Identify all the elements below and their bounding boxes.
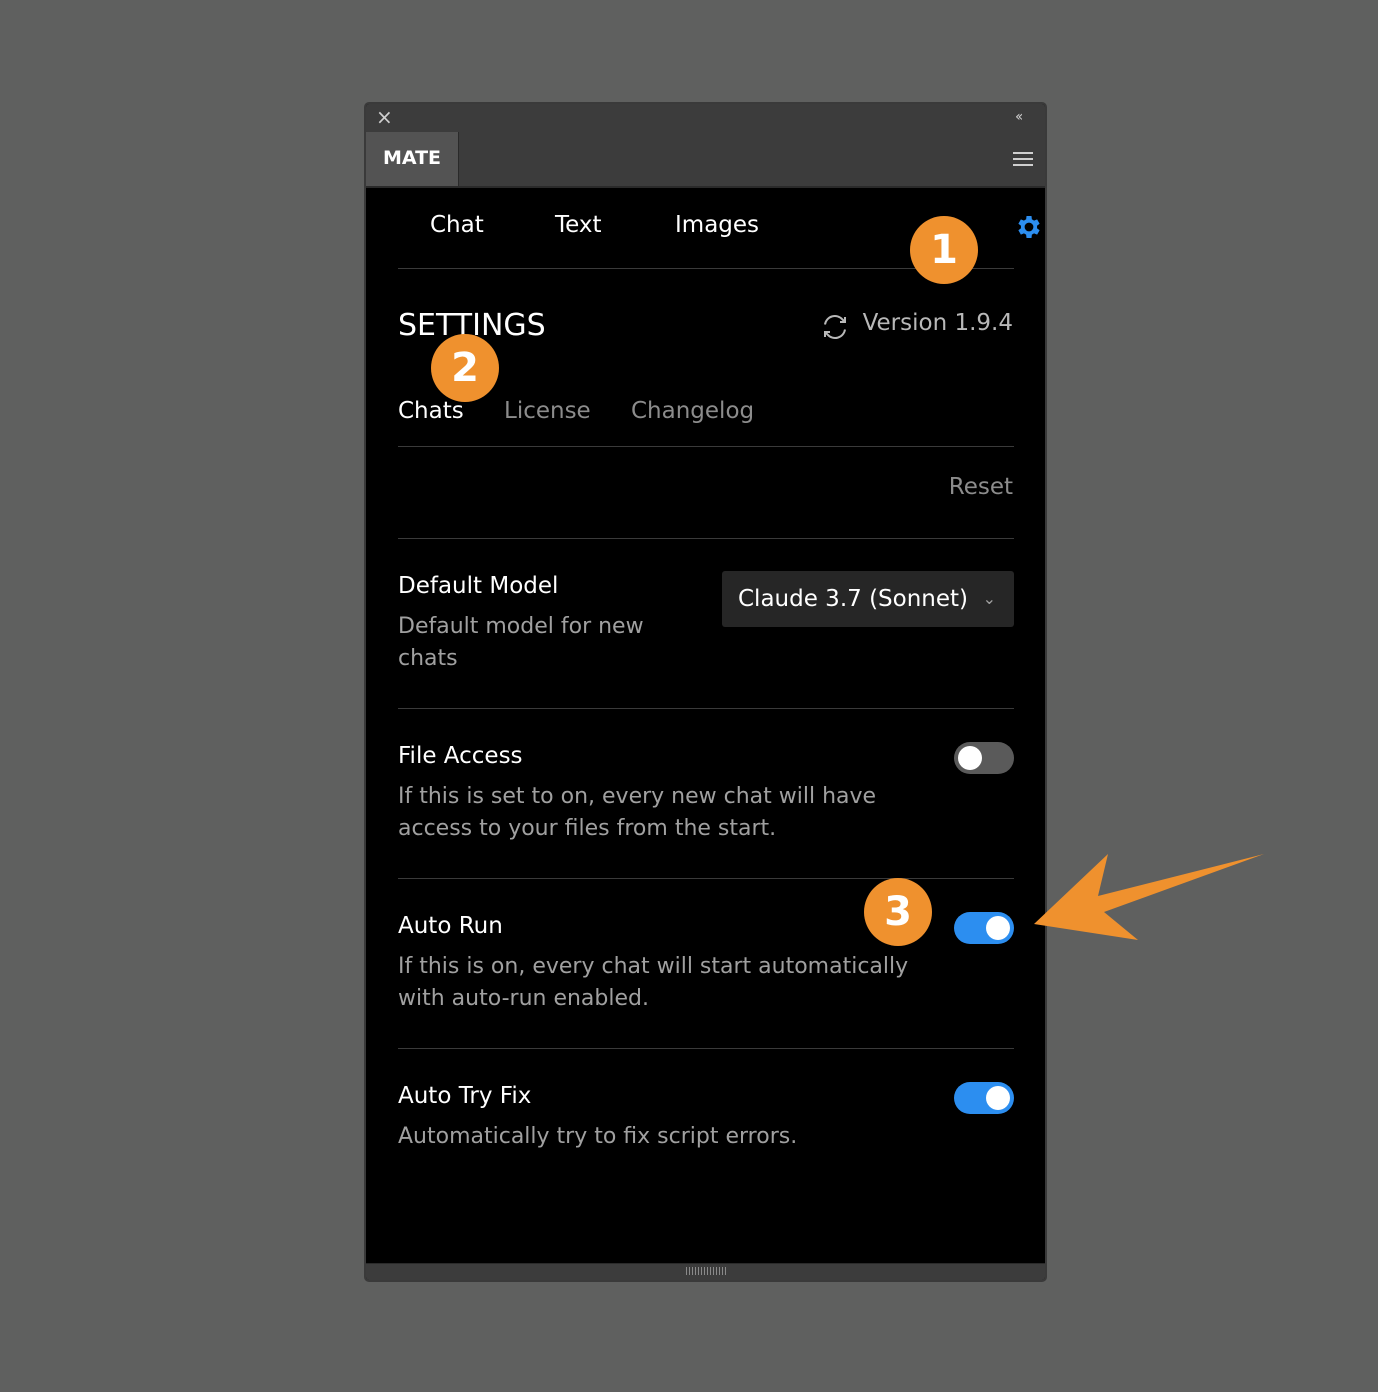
version-label: Version 1.9.4 xyxy=(862,310,1013,336)
setting-title: Default Model xyxy=(398,573,559,599)
setting-desc: If this is on, every chat will start aut… xyxy=(398,954,909,979)
annotation-badge-2: 2 xyxy=(431,334,499,402)
file-access-toggle[interactable] xyxy=(954,742,1014,774)
close-icon[interactable]: × xyxy=(376,107,393,127)
collapse-icon[interactable]: ‹‹ xyxy=(1015,109,1033,125)
setting-row-auto-try-fix: Auto Try Fix Automatically try to fix sc… xyxy=(398,1048,1014,1189)
nav-chat[interactable]: Chat xyxy=(430,212,484,238)
setting-title: File Access xyxy=(398,743,523,769)
panel-tab-mate[interactable]: MATE xyxy=(366,132,459,186)
setting-desc: If this is set to on, every new chat wil… xyxy=(398,784,877,809)
setting-desc: access to your files from the start. xyxy=(398,816,777,841)
subtab-changelog[interactable]: Changelog xyxy=(631,398,754,424)
annotation-badge-1: 1 xyxy=(910,216,978,284)
auto-run-toggle[interactable] xyxy=(954,912,1014,944)
nav-images[interactable]: Images xyxy=(675,212,759,238)
resize-grip[interactable] xyxy=(366,1263,1045,1280)
setting-desc: chats xyxy=(398,646,458,671)
setting-title: Auto Try Fix xyxy=(398,1083,532,1109)
model-select[interactable]: Claude 3.7 (Sonnet) ⌄ xyxy=(722,571,1014,627)
subtab-license[interactable]: License xyxy=(504,398,591,424)
chevron-down-icon: ⌄ xyxy=(982,589,996,608)
refresh-icon[interactable] xyxy=(820,312,850,342)
setting-row-file-access: File Access If this is set to on, every … xyxy=(398,708,1014,879)
subtab-chats[interactable]: Chats xyxy=(398,398,464,424)
setting-desc: Automatically try to fix script errors. xyxy=(398,1124,798,1149)
panel-titlebar: × ‹‹ xyxy=(366,104,1045,133)
auto-try-fix-toggle[interactable] xyxy=(954,1082,1014,1114)
gear-icon[interactable] xyxy=(1014,212,1044,242)
panel-tabbar: MATE xyxy=(366,132,1045,188)
annotation-arrow-icon xyxy=(1034,854,1264,940)
setting-row-default-model: Default Model Default model for new chat… xyxy=(398,538,1014,709)
model-select-value: Claude 3.7 (Sonnet) xyxy=(738,586,969,612)
annotation-badge-3: 3 xyxy=(864,878,932,946)
setting-desc: Default model for new xyxy=(398,614,644,639)
setting-title: Auto Run xyxy=(398,913,503,939)
setting-desc: with auto-run enabled. xyxy=(398,986,649,1011)
menu-icon[interactable] xyxy=(1013,152,1033,166)
reset-button[interactable]: Reset xyxy=(949,474,1013,500)
nav-text[interactable]: Text xyxy=(555,212,602,238)
settings-subtabs: Chats License Changelog xyxy=(398,388,1014,447)
